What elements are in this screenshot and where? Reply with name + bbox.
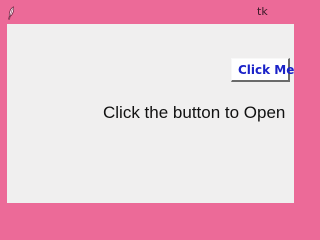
window-title: tk xyxy=(257,5,268,18)
click-me-button[interactable]: Click Me xyxy=(231,58,294,82)
feather-icon xyxy=(7,5,15,20)
window-content: Click Me Click the button to Open xyxy=(7,24,294,203)
message-label: Click the button to Open xyxy=(103,103,286,122)
app-window: tk Click Me Click the button to Open xyxy=(0,0,300,210)
title-bar[interactable]: tk xyxy=(0,0,300,24)
